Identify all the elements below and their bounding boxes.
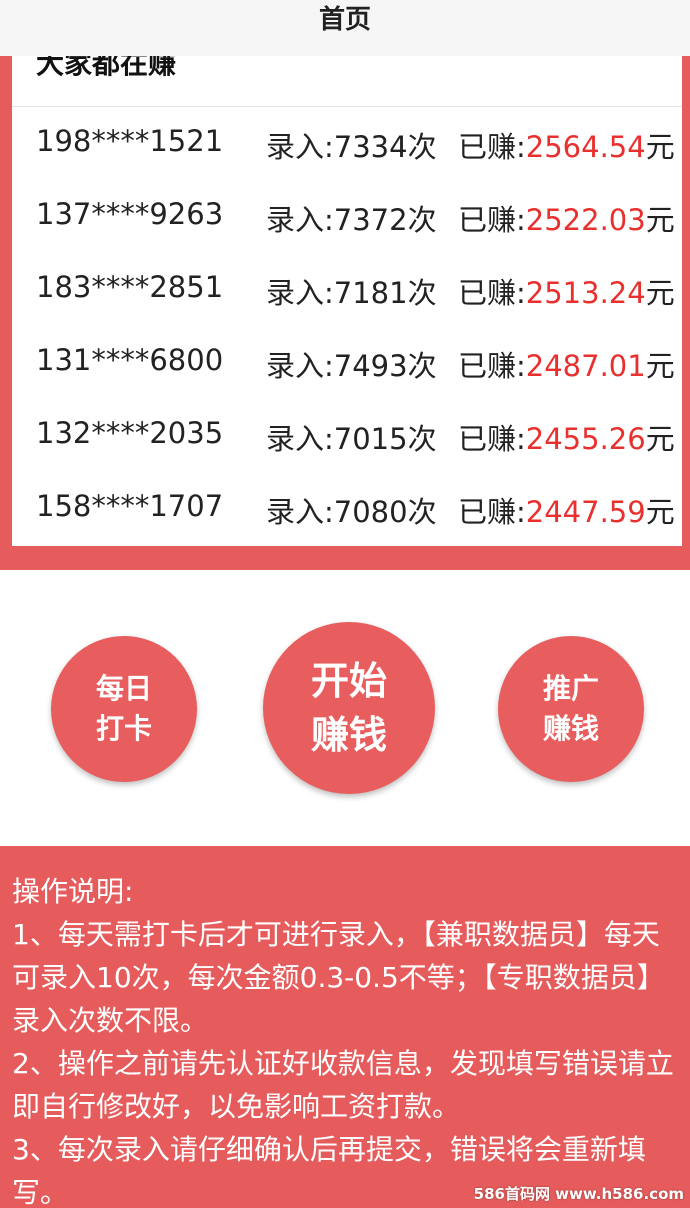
earned-value: 已赚:2455.26元: [458, 416, 675, 458]
earned-label: 已赚:: [458, 422, 526, 456]
entry-count: 录入:7372次: [266, 203, 437, 237]
checkin-label-line2: 打卡: [95, 712, 152, 745]
earned-amount: 2447.59: [525, 495, 646, 529]
list-item: 131****6800 录入:7493次 已赚:2487.01元: [12, 329, 682, 402]
earners-list: 198****1521 录入:7334次 已赚:2564.54元 137****…: [12, 110, 682, 546]
entry-count: 录入:7493次: [266, 349, 437, 383]
promote-label-line2: 赚钱: [542, 712, 599, 745]
phone-number: 132****2035: [36, 416, 224, 450]
promote-earn-button[interactable]: 推广 赚钱: [498, 636, 644, 782]
list-item: 132****2035 录入:7015次 已赚:2455.26元: [12, 402, 682, 475]
home-page: 首页 大家都在赚 198****1521 录入:7334次 已赚:2564.54…: [0, 0, 690, 1208]
start-label-line1: 开始: [310, 659, 387, 703]
instructions-section: 操作说明: 1、每天需打卡后才可进行录入，【兼职数据员】每天可录入10次，每次金…: [0, 846, 690, 1208]
earned-amount: 2513.24: [525, 276, 646, 310]
earned-amount: 2564.54: [525, 130, 646, 164]
start-label-line2: 赚钱: [310, 713, 387, 757]
watermark: 586首码网 www.h586.com: [473, 1185, 684, 1203]
entry-count: 录入:7334次: [266, 130, 437, 164]
earned-value: 已赚:2447.59元: [458, 489, 675, 531]
instruction-item: 1、每天需打卡后才可进行录入，【兼职数据员】每天可录入10次，每次金额0.3-0…: [12, 918, 665, 1037]
entry-count: 录入:7015次: [266, 422, 437, 456]
earned-amount: 2522.03: [525, 203, 646, 237]
earners-section: 大家都在赚 198****1521 录入:7334次 已赚:2564.54元 1…: [0, 44, 690, 570]
earned-label: 已赚:: [458, 495, 526, 529]
currency-unit: 元: [645, 203, 675, 237]
instructions-text: 操作说明: 1、每天需打卡后才可进行录入，【兼职数据员】每天可录入10次，每次金…: [12, 870, 680, 1208]
earned-value: 已赚:2487.01元: [458, 343, 675, 385]
divider: [12, 106, 682, 107]
earned-amount: 2455.26: [525, 422, 646, 456]
currency-unit: 元: [645, 276, 675, 310]
currency-unit: 元: [645, 349, 675, 383]
earned-label: 已赚:: [458, 349, 526, 383]
earned-label: 已赚:: [458, 276, 526, 310]
phone-number: 137****9263: [36, 197, 224, 231]
action-buttons: 每日 打卡 开始 赚钱 推广 赚钱: [0, 570, 690, 846]
phone-number: 131****6800: [36, 343, 224, 377]
earners-card: 大家都在赚 198****1521 录入:7334次 已赚:2564.54元 1…: [12, 44, 682, 546]
currency-unit: 元: [645, 422, 675, 456]
earned-amount: 2487.01: [525, 349, 646, 383]
phone-number: 198****1521: [36, 124, 224, 158]
currency-unit: 元: [645, 495, 675, 529]
page-title: 首页: [0, 0, 690, 56]
daily-checkin-button[interactable]: 每日 打卡: [51, 636, 197, 782]
phone-number: 158****1707: [36, 489, 224, 523]
earned-label: 已赚:: [458, 130, 526, 164]
phone-number: 183****2851: [36, 270, 224, 304]
list-item: 158****1707 录入:7080次 已赚:2447.59元: [12, 475, 682, 546]
list-item: 198****1521 录入:7334次 已赚:2564.54元: [12, 110, 682, 183]
instruction-item: 2、操作之前请先认证好收款信息，发现填写错误请立即自行修改好，以免影响工资打款。: [12, 1047, 674, 1123]
entry-count: 录入:7080次: [266, 495, 437, 529]
earned-label: 已赚:: [458, 203, 526, 237]
earned-value: 已赚:2564.54元: [458, 124, 675, 166]
entry-count: 录入:7181次: [266, 276, 437, 310]
checkin-label-line1: 每日: [95, 672, 152, 705]
currency-unit: 元: [645, 130, 675, 164]
earned-value: 已赚:2513.24元: [458, 270, 675, 312]
instructions-heading: 操作说明:: [12, 875, 134, 908]
earned-value: 已赚:2522.03元: [458, 197, 675, 239]
list-item: 183****2851 录入:7181次 已赚:2513.24元: [12, 256, 682, 329]
promote-label-line1: 推广: [542, 672, 599, 705]
list-item: 137****9263 录入:7372次 已赚:2522.03元: [12, 183, 682, 256]
start-earning-button[interactable]: 开始 赚钱: [263, 622, 435, 794]
